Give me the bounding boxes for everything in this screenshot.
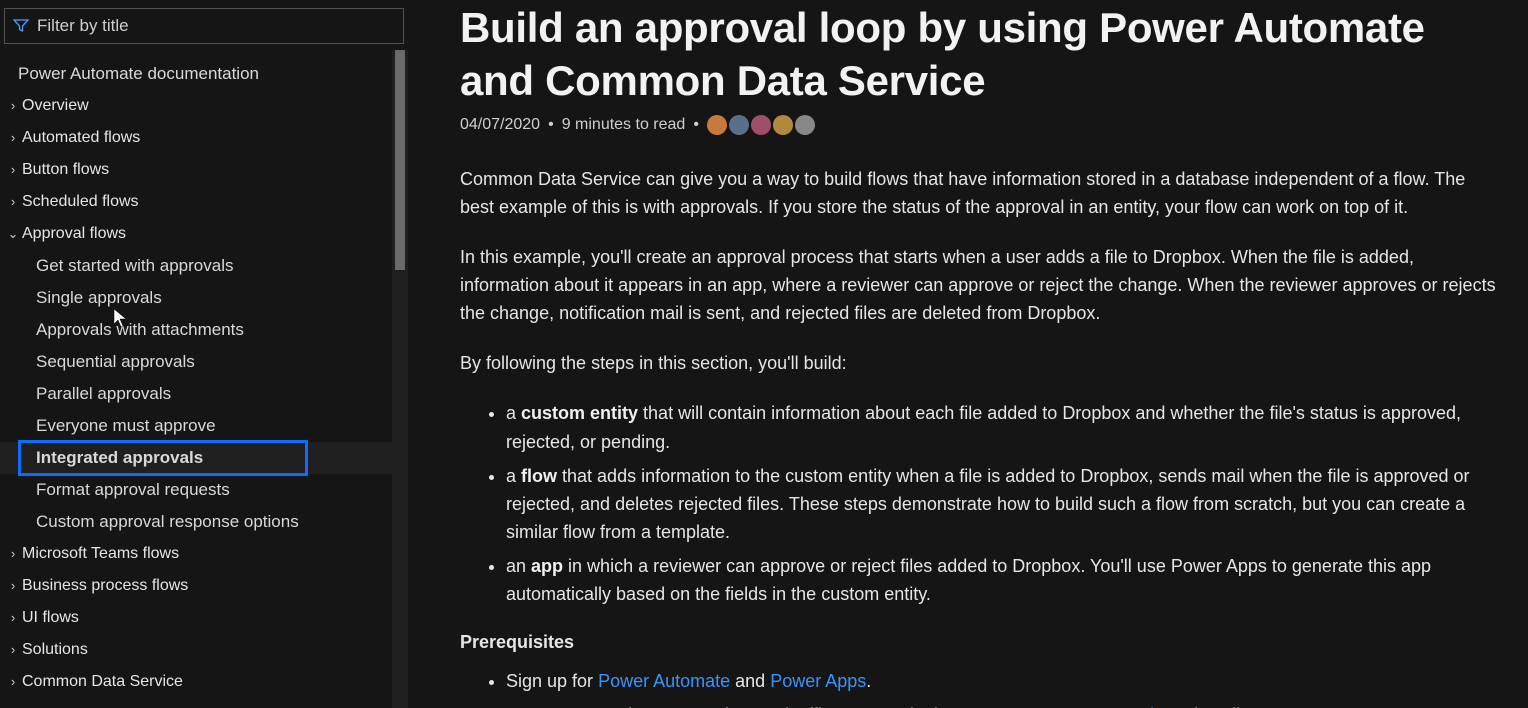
text: a	[506, 466, 521, 486]
nav-child-item[interactable]: Approvals with attachments	[0, 314, 392, 346]
article: Build an approval loop by using Power Au…	[408, 0, 1528, 708]
chevron-right-icon: ›	[6, 98, 20, 113]
prerequisites-list: Sign up for Power Automate and Power App…	[460, 667, 1508, 708]
sidebar-scrollbar[interactable]	[392, 50, 408, 708]
nav-item[interactable]: ›Scheduled flows	[0, 186, 392, 218]
chevron-right-icon: ›	[6, 130, 20, 145]
filter-icon	[13, 18, 29, 34]
nav-tree-scroll: Power Automate documentation›Overview›Au…	[0, 50, 408, 708]
nav-child-item[interactable]: Parallel approvals	[0, 378, 392, 410]
text: in which a reviewer can approve or rejec…	[506, 556, 1431, 604]
chevron-right-icon: ›	[6, 194, 20, 209]
nav-item[interactable]: ›Button flows	[0, 154, 392, 186]
read-time: 9 minutes to read	[562, 116, 686, 134]
text: an	[506, 556, 531, 576]
nav-top-link[interactable]: Power Automate documentation	[0, 58, 392, 90]
article-meta: 04/07/2020 • 9 minutes to read •	[460, 115, 1508, 135]
link-power-automate[interactable]: Power Automate	[598, 671, 730, 691]
list-item: Create connections to Dropbox and Office…	[506, 701, 1508, 708]
bold-text: app	[531, 556, 563, 576]
list-item: a custom entity that will contain inform…	[506, 399, 1508, 455]
filter-input[interactable]	[35, 15, 395, 37]
nav-item[interactable]: ›UI flows	[0, 602, 392, 634]
nav-item-label: Automated flows	[22, 129, 140, 147]
chevron-right-icon: ›	[6, 674, 20, 689]
sidebar: Power Automate documentation›Overview›Au…	[0, 0, 408, 708]
chevron-down-icon: ⌄	[6, 226, 20, 242]
nav-item-label: Common Data Service	[22, 673, 183, 691]
avatar[interactable]	[795, 115, 815, 135]
chevron-right-icon: ›	[6, 162, 20, 177]
avatar[interactable]	[707, 115, 727, 135]
page-title: Build an approval loop by using Power Au…	[460, 2, 1508, 107]
contributor-avatars[interactable]	[707, 115, 815, 135]
nav-item[interactable]: ⌄Approval flows	[0, 218, 392, 250]
nav-item-label: Approval flows	[22, 225, 126, 243]
nav-child-item[interactable]: Single approvals	[0, 282, 392, 314]
nav-child-item[interactable]: Everyone must approve	[0, 410, 392, 442]
filter-box[interactable]	[4, 8, 404, 44]
link-power-apps[interactable]: Power Apps	[770, 671, 866, 691]
nav-item-label: Business process flows	[22, 577, 188, 595]
avatar[interactable]	[729, 115, 749, 135]
paragraph: Common Data Service can give you a way t…	[460, 165, 1500, 221]
nav-item-label: Solutions	[22, 641, 88, 659]
bold-text: flow	[521, 466, 557, 486]
prerequisites-heading: Prerequisites	[460, 632, 1508, 653]
nav-item[interactable]: ›Overview	[0, 90, 392, 122]
nav-child-item[interactable]: Custom approval response options	[0, 506, 392, 538]
nav-item-label: Microsoft Teams flows	[22, 545, 179, 563]
chevron-right-icon: ›	[6, 546, 20, 561]
chevron-right-icon: ›	[6, 578, 20, 593]
build-list: a custom entity that will contain inform…	[460, 399, 1508, 608]
meta-separator: •	[548, 116, 554, 134]
nav-item-label: UI flows	[22, 609, 79, 627]
sidebar-scrollbar-thumb[interactable]	[395, 50, 405, 270]
nav-item[interactable]: ›Automated flows	[0, 122, 392, 154]
nav-item[interactable]: ›Business process flows	[0, 570, 392, 602]
article-date: 04/07/2020	[460, 116, 540, 134]
avatar[interactable]	[751, 115, 771, 135]
paragraph: In this example, you'll create an approv…	[460, 243, 1500, 327]
nav-item-label: Button flows	[22, 161, 109, 179]
text: a	[506, 403, 521, 423]
text: Sign up for	[506, 671, 598, 691]
meta-separator: •	[693, 116, 699, 134]
avatar[interactable]	[773, 115, 793, 135]
list-item: an app in which a reviewer can approve o…	[506, 552, 1508, 608]
text: and	[730, 671, 770, 691]
nav-item-label: Scheduled flows	[22, 193, 139, 211]
nav-item-label: Overview	[22, 97, 89, 115]
nav-item[interactable]: ›Solutions	[0, 634, 392, 666]
nav-child-item[interactable]: Get started with approvals	[0, 250, 392, 282]
text: that will contain information about each…	[506, 403, 1461, 451]
nav-child-item[interactable]: Format approval requests	[0, 474, 392, 506]
text: that adds information to the custom enti…	[506, 466, 1470, 542]
paragraph: By following the steps in this section, …	[460, 349, 1500, 377]
chevron-right-icon: ›	[6, 642, 20, 657]
list-item: a flow that adds information to the cust…	[506, 462, 1508, 546]
chevron-right-icon: ›	[6, 610, 20, 625]
text: .	[866, 671, 871, 691]
list-item: Sign up for Power Automate and Power App…	[506, 667, 1508, 695]
nav-item[interactable]: ›Microsoft Teams flows	[0, 538, 392, 570]
nav-item[interactable]: ›Common Data Service	[0, 666, 392, 698]
bold-text: custom entity	[521, 403, 638, 423]
nav-child-item[interactable]: Integrated approvals	[0, 442, 392, 474]
nav-child-item[interactable]: Sequential approvals	[0, 346, 392, 378]
